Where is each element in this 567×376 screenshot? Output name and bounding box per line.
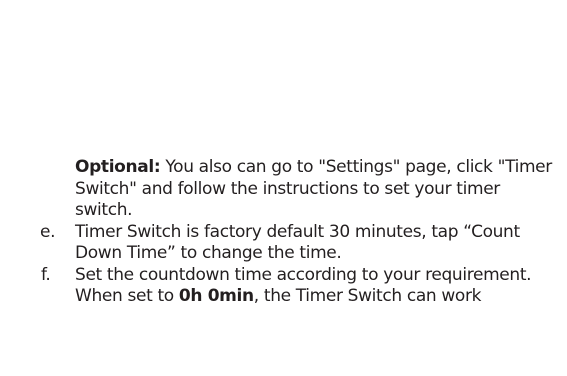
optional-label: Optional: [75,157,161,177]
step-e: e. Timer Switch is factory default 30 mi… [0,222,567,265]
step-e-marker: e. [40,221,56,242]
step-f-text: Set the countdown time according to your… [75,264,532,285]
step-e-body: Timer Switch is factory default 30 minut… [75,222,567,265]
step-f: f. Set the countdown time according to y… [0,265,567,308]
step-f-note-prefix: When set to [75,286,179,306]
step-f-note-suffix: , the Timer Switch can work [253,286,482,306]
step-f-marker: f. [41,264,51,285]
step-e-text: Timer Switch is factory default 30 minut… [75,221,520,264]
step-f-note-bold: 0h 0min [178,286,254,306]
step-f-body: Set the countdown time according to your… [75,265,567,308]
optional-note: Optional: You also can go to "Settings" … [0,157,567,222]
step-f-note: When set to 0h 0min, the Timer Switch ca… [75,286,561,308]
manual-instructions: Optional: You also can go to "Settings" … [0,157,567,308]
